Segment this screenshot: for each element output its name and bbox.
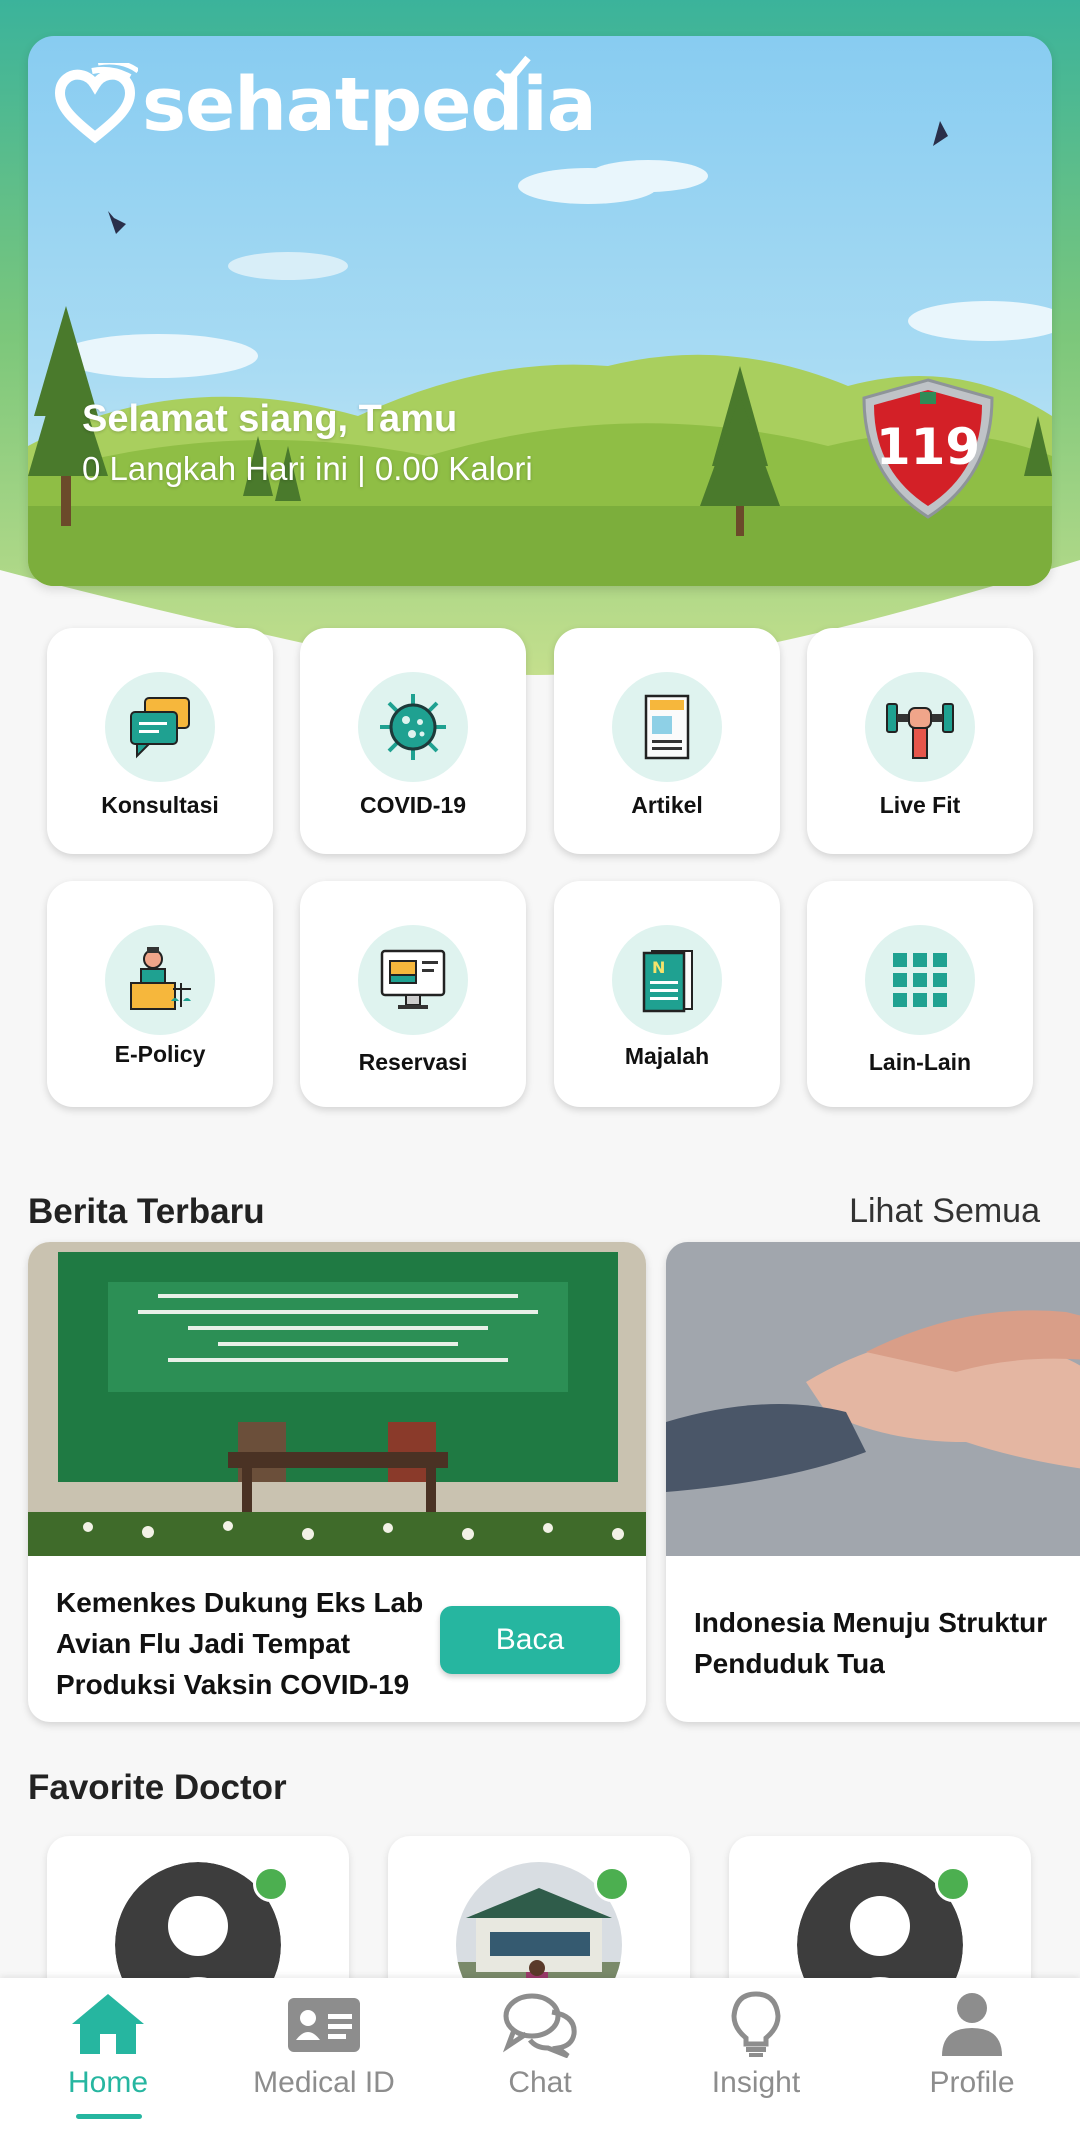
online-status-dot xyxy=(935,1866,971,1902)
greeting-text: Selamat siang, Tamu xyxy=(82,398,458,440)
menu-lain-lain[interactable]: Lain-Lain xyxy=(807,881,1033,1107)
menu-reservasi[interactable]: Reservasi xyxy=(300,881,526,1107)
menu-label: E-Policy xyxy=(114,1041,206,1067)
chat-icon xyxy=(502,1993,577,2058)
shield-119-icon: 119 xyxy=(862,378,994,519)
menu-artikel[interactable]: Artikel xyxy=(554,628,780,854)
profile-icon xyxy=(942,1993,1002,2056)
bottom-navigation: Home Medical ID Chat Insight Profile xyxy=(0,1978,1080,2132)
online-status-dot xyxy=(594,1866,630,1902)
grid-icon xyxy=(893,953,947,1007)
nav-chat[interactable]: Chat xyxy=(432,1978,648,2132)
nav-label: Profile xyxy=(929,2066,1015,2099)
news-card[interactable]: Kemenkes Dukung Eks Lab Avian Flu Jadi T… xyxy=(28,1242,646,1722)
news-section-title: Berita Terbaru xyxy=(28,1192,265,1231)
menu-majalah[interactable]: N Majalah xyxy=(554,881,780,1107)
nav-label: Insight xyxy=(711,2066,801,2099)
active-tab-indicator xyxy=(76,2114,142,2119)
menu-label: Konsultasi xyxy=(101,792,219,818)
nav-medical-id[interactable]: Medical ID xyxy=(216,1978,432,2132)
menu-label: Reservasi xyxy=(358,1049,468,1075)
menu-label: Artikel xyxy=(631,792,703,818)
nav-label: Home xyxy=(67,2066,149,2099)
nav-home[interactable]: Home xyxy=(0,1978,216,2132)
home-icon xyxy=(72,1994,144,2054)
check-icon xyxy=(495,55,531,88)
menu-label: Lain-Lain xyxy=(868,1049,972,1075)
svg-text:119: 119 xyxy=(876,418,980,476)
svg-text:N: N xyxy=(652,958,665,977)
news-title: Indonesia Menuju Struktur Penduduk Tua xyxy=(694,1607,1048,1679)
monitor-reservation-icon xyxy=(380,949,446,1009)
dumbbell-icon xyxy=(886,703,954,759)
nav-label: Chat xyxy=(508,2066,572,2099)
news-image-holding-hands xyxy=(666,1242,1080,1556)
see-all-link[interactable]: Lihat Semua xyxy=(849,1192,1040,1231)
newspaper-icon xyxy=(644,694,690,760)
menu-label: Majalah xyxy=(624,1043,710,1069)
menu-konsultasi[interactable]: Konsultasi xyxy=(47,628,273,854)
news-title: Kemenkes Dukung Eks Lab Avian Flu Jadi T… xyxy=(56,1587,424,1700)
policy-desk-icon xyxy=(130,947,191,1010)
id-card-icon xyxy=(288,1998,360,2052)
nav-profile[interactable]: Profile xyxy=(864,1978,1080,2132)
nav-label: Medical ID xyxy=(253,2066,395,2099)
hero-banner: sehatpedia Selamat siang, Tamu 0 Langkah… xyxy=(28,36,1052,586)
nav-insight[interactable]: Insight xyxy=(648,1978,864,2132)
menu-covid-19[interactable]: COVID-19 xyxy=(300,628,526,854)
read-button[interactable]: Baca xyxy=(440,1606,620,1674)
menu-label: COVID-19 xyxy=(359,792,467,818)
news-card[interactable]: Indonesia Menuju Struktur Penduduk Tua xyxy=(666,1242,1080,1722)
favorite-doctor-title: Favorite Doctor xyxy=(28,1768,287,1807)
menu-label: Live Fit xyxy=(879,792,961,818)
online-status-dot xyxy=(253,1866,289,1902)
menu-e-policy[interactable]: E-Policy xyxy=(47,881,273,1107)
virus-icon xyxy=(380,694,446,760)
chat-bubbles-icon xyxy=(130,697,190,759)
news-image-signing-ceremony xyxy=(28,1242,646,1556)
magazine-icon: N xyxy=(642,950,693,1013)
menu-live-fit[interactable]: Live Fit xyxy=(807,628,1033,854)
emergency-119-button[interactable]: 119 xyxy=(858,376,998,521)
sehatpedia-logo: sehatpedia xyxy=(52,55,597,148)
steps-calories-text: 0 Langkah Hari ini | 0.00 Kalori xyxy=(82,450,533,487)
lightbulb-icon xyxy=(731,1991,781,2057)
heart-signal-icon xyxy=(54,63,138,144)
